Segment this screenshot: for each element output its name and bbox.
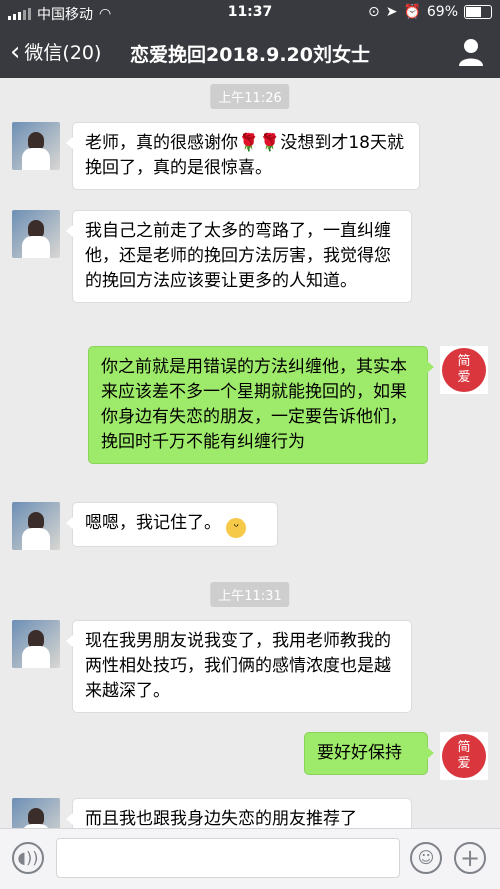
timestamp: 上午11:26	[210, 84, 290, 109]
profile-icon[interactable]	[458, 38, 484, 66]
message-text: 你之前就是用错误的方法纠缠他，其实本来应该差不多一个星期就能挽回的，如果你身边有…	[101, 357, 407, 452]
battery-percent: 69%	[426, 4, 458, 20]
message-bubble-self[interactable]: 要好好保持	[304, 732, 434, 775]
status-bar: 中国移动 ◠ 11:37 ⊙ ➤ ⏰ 69%	[0, 0, 500, 26]
message-bubble[interactable]: 嗯嗯，我记住了。 ᵕ	[66, 502, 278, 547]
avatar[interactable]	[12, 620, 60, 668]
grin-emoji-icon: ᵕ	[226, 518, 247, 538]
nav-bar: ‹ 微信(20) 恋爱挽回2018.9.20刘女士	[0, 26, 500, 78]
chat-area[interactable]: 上午11:26 老师，真的很感谢你🌹🌹没想到才18天就挽回了，真的是很惊喜。 我…	[0, 78, 500, 828]
avatar[interactable]	[12, 502, 60, 550]
voice-button[interactable]: ◖))	[12, 842, 44, 874]
rose-icon: 🌹🌹	[238, 133, 281, 153]
message-text: 嗯嗯，我记住了。	[85, 513, 221, 533]
message-text: 现在我男朋友说我变了，我用老师教我的两性相处技巧，我们俩的感情浓度也是越来越深了…	[85, 631, 391, 701]
avatar-self[interactable]: 简爱	[440, 732, 488, 780]
avatar[interactable]	[12, 122, 60, 170]
timestamp: 上午11:31	[210, 582, 290, 607]
input-bar: ◖)) ☺ +	[0, 828, 500, 889]
message-bubble[interactable]: 而且我也跟我身边失恋的朋友推荐了	[66, 798, 412, 828]
avatar[interactable]	[12, 210, 60, 258]
avatar-self[interactable]: 简爱	[440, 346, 488, 394]
message-bubble-self[interactable]: 你之前就是用错误的方法纠缠他，其实本来应该差不多一个星期就能挽回的，如果你身边有…	[88, 346, 434, 464]
chat-title: 恋爱挽回2018.9.20刘女士	[130, 44, 370, 66]
message-bubble[interactable]: 现在我男朋友说我变了，我用老师教我的两性相处技巧，我们俩的感情浓度也是越来越深了…	[66, 620, 412, 713]
message-text: 而且我也跟我身边失恋的朋友推荐了	[85, 809, 357, 828]
message-bubble[interactable]: 我自己之前走了太多的弯路了，一直纠缠他，还是老师的挽回方法厉害，我觉得您的挽回方…	[66, 210, 412, 303]
voice-icon: ◖))	[17, 848, 39, 867]
plus-icon: +	[459, 844, 481, 872]
message-bubble[interactable]: 老师，真的很感谢你🌹🌹没想到才18天就挽回了，真的是很惊喜。	[66, 122, 420, 190]
status-right: ⊙ ➤ ⏰ 69%	[368, 4, 492, 20]
alarm-icon: ⏰	[403, 4, 421, 20]
avatar[interactable]	[12, 798, 60, 828]
avatar-logo: 简爱	[442, 348, 486, 392]
message-input[interactable]	[56, 838, 400, 878]
more-button[interactable]: +	[454, 842, 486, 874]
emoji-button[interactable]: ☺	[410, 842, 442, 874]
battery-icon	[464, 5, 492, 19]
avatar-logo: 简爱	[442, 734, 486, 778]
lock-rotation-icon: ⊙	[367, 4, 380, 20]
battery-fill	[466, 7, 482, 17]
message-text: 老师，真的很感谢你	[85, 133, 238, 153]
message-text: 要好好保持	[317, 743, 402, 763]
message-text: 我自己之前走了太多的弯路了，一直纠缠他，还是老师的挽回方法厉害，我觉得您的挽回方…	[85, 221, 391, 291]
smile-icon: ☺	[417, 848, 435, 867]
location-icon: ➤	[385, 4, 398, 20]
